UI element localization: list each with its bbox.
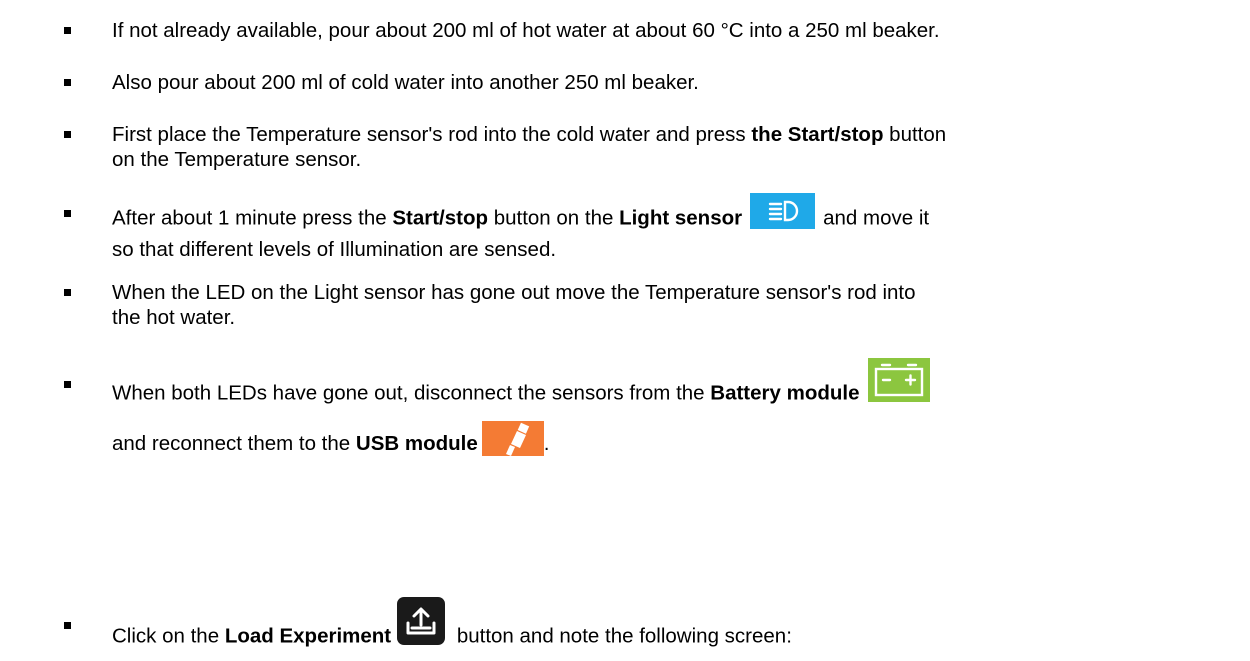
step-6-bold-a: Battery module xyxy=(710,381,860,405)
step-4-text-c: and move it xyxy=(823,206,930,230)
step-7-text-a: Click on the xyxy=(112,624,225,648)
step-6-line-2: and reconnect them to the USB module. xyxy=(112,421,1246,462)
step-4-line-1: After about 1 minute press the Start/sto… xyxy=(112,193,1246,237)
step-text: Also pour about 200 ml of cold water int… xyxy=(112,70,1246,95)
step-6-text-b: and reconnect them to the xyxy=(112,431,356,455)
step-4-text-b: button on the xyxy=(488,206,620,230)
step-3-bold: the Start/stop xyxy=(751,123,884,146)
step-3-text-a: First place the Temperature sensor's rod… xyxy=(112,123,752,146)
step-3-line-1: First place the Temperature sensor's rod… xyxy=(112,122,1246,147)
step-4-text-a: After about 1 minute press the xyxy=(112,206,393,230)
bullet-icon xyxy=(64,210,71,217)
step-6-text-c: . xyxy=(543,431,550,455)
bullet-icon xyxy=(64,622,71,629)
step-text: When the LED on the Light sensor has gon… xyxy=(112,280,1246,330)
step-6-text-a: When both LEDs have gone out, disconnect… xyxy=(112,381,711,405)
step-text: Click on the Load Experiment button and … xyxy=(112,597,1246,661)
bullet-icon xyxy=(64,131,71,138)
bullet-icon xyxy=(64,79,71,86)
step-4-line-2: so that different levels of Illumination… xyxy=(112,238,557,261)
bullet-icon xyxy=(64,381,71,388)
step-7-bold: Load Experiment xyxy=(224,624,392,648)
bullet-icon xyxy=(64,289,71,296)
battery-module-icon xyxy=(867,358,930,402)
usb-module-icon xyxy=(481,421,544,456)
step-4-bold-a: Start/stop xyxy=(392,206,489,230)
step-5-line-1: When the LED on the Light sensor has gon… xyxy=(112,281,916,304)
bullet-icon xyxy=(64,27,71,34)
step-text: If not already available, pour about 200… xyxy=(112,18,1246,43)
step-7-line-1: Click on the Load Experiment button and … xyxy=(112,597,1246,661)
step-text: First place the Temperature sensor's rod… xyxy=(112,122,1246,172)
step-6-line-1: When both LEDs have gone out, disconnect… xyxy=(112,358,1246,416)
step-6-bold-b: USB module xyxy=(355,431,478,455)
step-5-line-2: the hot water. xyxy=(112,306,236,329)
step-2-text: Also pour about 200 ml of cold water int… xyxy=(112,71,699,94)
light-sensor-icon xyxy=(750,193,816,229)
step-4-bold-b: Light sensor xyxy=(619,206,743,230)
step-text: When both LEDs have gone out, disconnect… xyxy=(112,358,1246,462)
upload-icon xyxy=(397,597,446,645)
step-3-line-2: on the Temperature sensor. xyxy=(112,148,362,171)
step-1-text: If not already available, pour about 200… xyxy=(112,19,940,42)
step-3-text-b: button xyxy=(883,123,947,146)
step-7-text-b: button and note the following screen: xyxy=(451,624,792,648)
step-text: After about 1 minute press the Start/sto… xyxy=(112,193,1246,262)
